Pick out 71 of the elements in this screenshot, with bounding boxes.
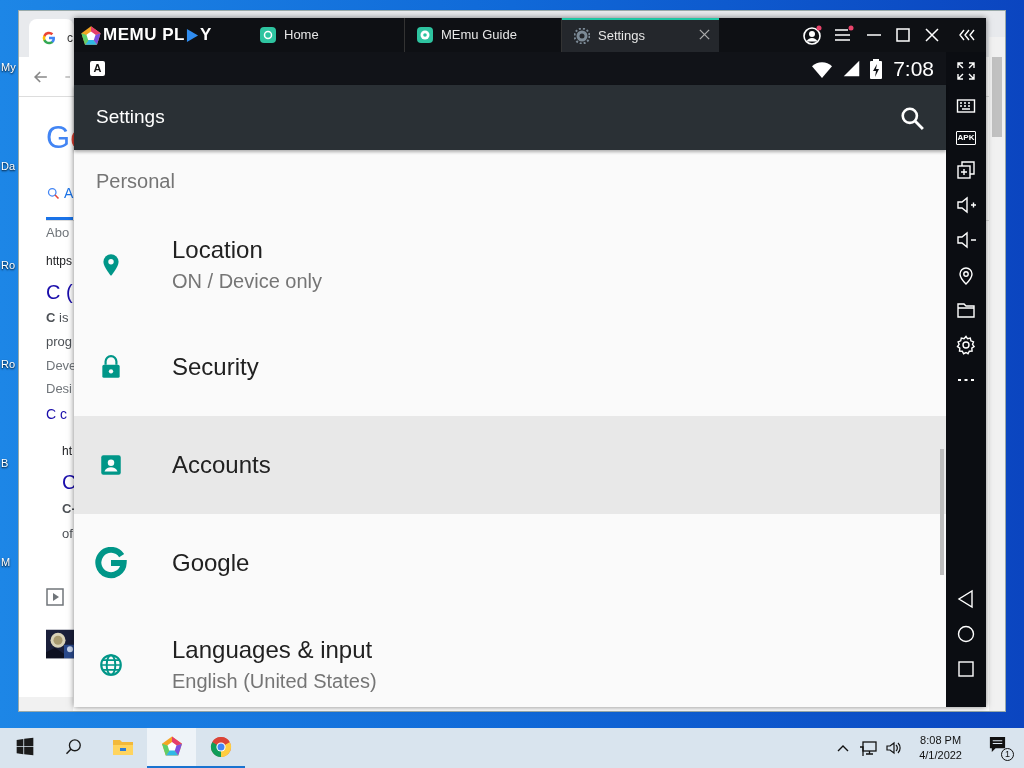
result-text: of — [62, 525, 73, 544]
volume-down-icon[interactable] — [956, 230, 976, 250]
desktop-icon-label[interactable]: Da — [1, 157, 16, 256]
scroll-thumb[interactable] — [940, 449, 944, 575]
item-summary: ON / Device only — [172, 269, 323, 294]
result-text: prog — [46, 333, 73, 352]
keyboard-icon[interactable] — [956, 96, 976, 116]
settings-item[interactable]: Languages & input English (United States) — [74, 612, 946, 707]
battery-icon — [869, 57, 884, 80]
home-icon[interactable] — [956, 624, 976, 644]
play-icon[interactable] — [46, 588, 64, 606]
folder-icon[interactable] — [956, 300, 976, 320]
result-link[interactable]: C ( — [46, 277, 73, 307]
screen-title: Settings — [96, 105, 165, 130]
home-icon — [260, 27, 276, 43]
desktop-icon-label[interactable]: M — [1, 553, 16, 652]
result-text: C is — [46, 309, 69, 328]
app-logo-text: MEMU PL — [103, 24, 185, 47]
settings-item[interactable]: Google — [74, 514, 946, 612]
settings-icon[interactable] — [956, 335, 976, 355]
search-icon[interactable] — [900, 105, 924, 130]
scrollbar[interactable] — [989, 37, 1005, 711]
maximize-icon[interactable] — [894, 26, 912, 44]
gear-icon — [574, 28, 590, 44]
volume-icon[interactable] — [885, 739, 904, 757]
result-url: https — [46, 253, 72, 270]
close-icon[interactable] — [923, 26, 941, 44]
item-summary: English (United States) — [172, 669, 377, 694]
play-icon — [185, 27, 199, 43]
start-icon — [14, 737, 35, 757]
notification-center-button[interactable]: 1 — [988, 735, 1014, 761]
notification-icon: A — [90, 61, 105, 76]
contact-card-icon — [98, 452, 124, 478]
globe-icon — [98, 652, 124, 678]
signal-icon — [842, 59, 862, 78]
section-header: Personal — [95, 169, 176, 194]
clock: 7:08 — [893, 55, 934, 82]
browser-tab[interactable]: c — [29, 19, 74, 57]
back-icon[interactable] — [956, 589, 976, 609]
network-icon[interactable] — [859, 739, 878, 757]
volume-up-icon[interactable] — [956, 195, 976, 215]
fullscreen-icon[interactable] — [956, 61, 976, 81]
account-icon[interactable] — [802, 25, 822, 45]
recents-icon[interactable] — [956, 659, 976, 679]
result-link[interactable]: C c — [46, 403, 67, 425]
app-logo-text: Y — [199, 24, 212, 47]
desktop-icon-label[interactable]: My — [1, 58, 16, 157]
g-logo-icon — [95, 547, 127, 579]
desktop-icon-label[interactable]: Ro — [1, 355, 16, 454]
app-icon — [417, 27, 433, 43]
result-text: Abo — [46, 223, 70, 242]
browser-app-icon — [208, 735, 233, 759]
result-url: ht — [62, 443, 72, 460]
settings-item[interactable]: Security — [74, 318, 946, 416]
close-icon[interactable] — [698, 28, 711, 41]
pentagon-app-icon — [159, 735, 184, 759]
settings-item[interactable]: Location ON / Device only — [74, 212, 946, 318]
logo-icon — [80, 24, 102, 46]
search-icon — [46, 185, 61, 201]
taskbar-clock[interactable]: 8:08 PM 4/1/2022 — [911, 733, 970, 763]
result-text: Desi — [46, 379, 72, 398]
multi-window-icon[interactable] — [956, 160, 976, 180]
desktop-icon-label[interactable]: Ro — [1, 256, 16, 355]
tab[interactable]: Settings — [562, 18, 719, 52]
apk-icon[interactable]: APK — [955, 131, 977, 145]
scrollbar[interactable] — [19, 697, 73, 711]
favicon-icon — [41, 30, 57, 46]
search-icon — [63, 737, 84, 757]
desktop-icon-label[interactable]: B — [1, 454, 16, 553]
settings-item[interactable]: Accounts — [74, 416, 946, 514]
location-pin-icon[interactable] — [956, 265, 976, 285]
